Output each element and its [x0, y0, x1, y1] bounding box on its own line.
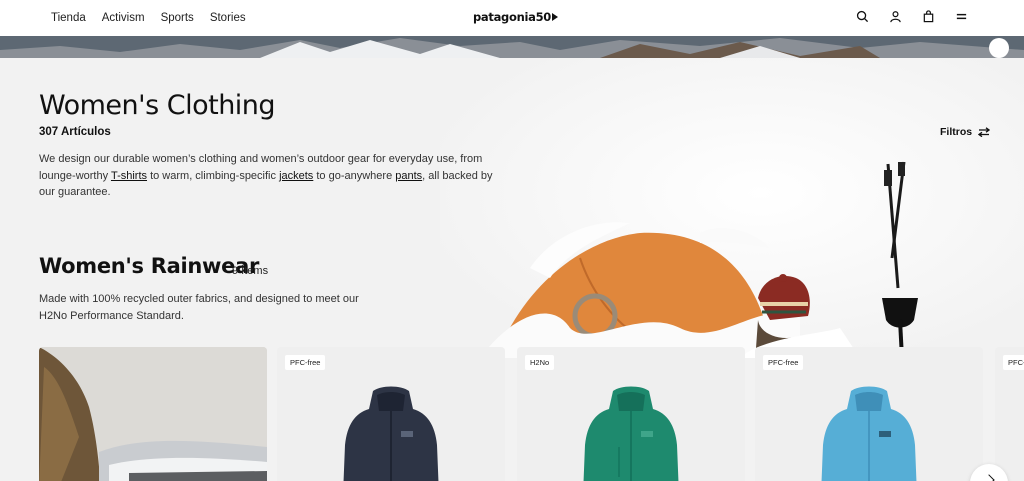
- hero-snow-tent-image: [440, 58, 1024, 358]
- user-icon[interactable]: [889, 10, 902, 23]
- header-icons: [856, 10, 968, 23]
- nav-sports[interactable]: Sports: [161, 12, 194, 24]
- hero-mountain-image: [0, 36, 1024, 58]
- logo-text: patagonia50: [473, 10, 551, 24]
- description-text: to warm, climbing-specific: [147, 169, 280, 182]
- product-card[interactable]: PFC-f: [995, 347, 1024, 481]
- product-badge: PFC-free: [763, 355, 804, 370]
- nav-stories[interactable]: Stories: [210, 12, 246, 24]
- mountain-photo: [39, 347, 267, 481]
- jacket-image: [343, 386, 439, 481]
- logo-arrow-icon: [551, 13, 558, 21]
- page-title: Women's Clothing: [39, 90, 276, 121]
- filter-arrows-icon: [978, 127, 991, 137]
- hero-control-button[interactable]: [989, 38, 1009, 58]
- main-nav: Tienda Activism Sports Stories: [51, 12, 246, 24]
- link-pants[interactable]: pants: [395, 170, 422, 182]
- jacket-image: [821, 386, 917, 481]
- link-t-shirts[interactable]: T-shirts: [111, 170, 147, 182]
- rainwear-lifestyle-photo[interactable]: [39, 347, 267, 481]
- filters-button[interactable]: Filtros: [940, 126, 991, 138]
- patagonia-logo[interactable]: patagonia50: [473, 10, 558, 24]
- nav-activism[interactable]: Activism: [102, 12, 145, 24]
- search-icon[interactable]: [856, 10, 869, 23]
- chevron-right-icon: [983, 474, 995, 481]
- product-card[interactable]: PFC-free: [755, 347, 983, 481]
- section-item-count: 9 Ítems: [232, 265, 269, 277]
- jacket-image: [583, 386, 679, 481]
- nav-tienda[interactable]: Tienda: [51, 12, 86, 24]
- product-card[interactable]: H2No: [517, 347, 745, 481]
- product-card[interactable]: PFC-free: [277, 347, 505, 481]
- product-badge: H2No: [525, 355, 555, 370]
- bag-icon[interactable]: [922, 10, 935, 23]
- section-description: Made with 100% recycled outer fabrics, a…: [39, 293, 359, 322]
- filters-label: Filtros: [940, 126, 973, 138]
- item-count: 307 Artículos: [39, 126, 111, 138]
- page-description: We design our durable women’s clothing a…: [39, 151, 509, 201]
- top-navigation-bar: Tienda Activism Sports Stories patagonia…: [0, 0, 1024, 36]
- link-jackets[interactable]: jackets: [279, 170, 313, 182]
- product-badge: PFC-f: [1003, 355, 1024, 370]
- section-title: Women's Rainwear: [39, 254, 260, 278]
- menu-icon[interactable]: [955, 10, 968, 23]
- description-text: to go-anywhere: [313, 169, 396, 182]
- product-badge: PFC-free: [285, 355, 326, 370]
